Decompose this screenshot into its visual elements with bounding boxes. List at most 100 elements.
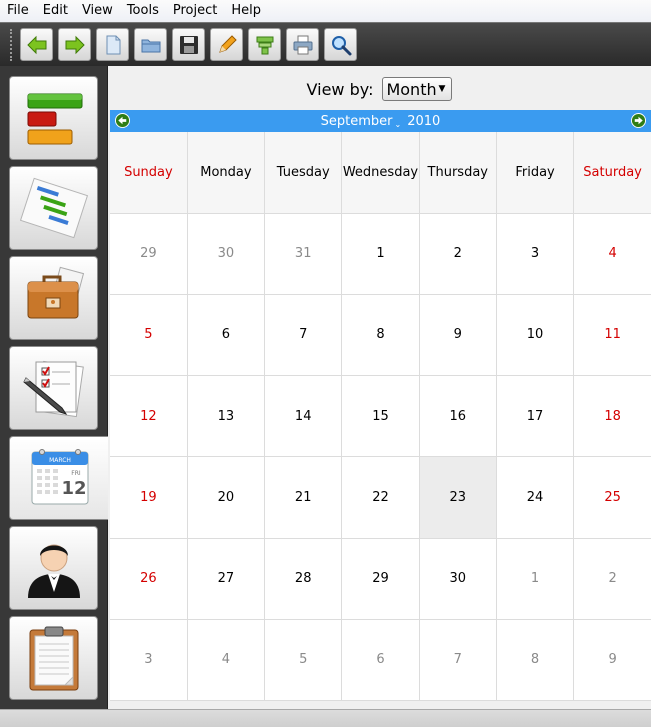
clipboard-icon	[29, 626, 78, 691]
calendar-day-cell[interactable]: 27	[187, 538, 266, 620]
pencil-icon	[218, 34, 237, 53]
sidebar-item-calendar[interactable]: MARCH FRI 12	[9, 436, 109, 520]
menu-tools[interactable]: Tools	[120, 0, 166, 22]
weekday-header: Tuesday	[264, 132, 343, 214]
calendar-day-cell[interactable]: 1	[341, 213, 420, 295]
edit-button[interactable]	[210, 28, 243, 61]
progress-bars-icon	[27, 93, 82, 145]
calendar-icon-day: 12	[61, 478, 86, 499]
calendar-day-cell[interactable]: 26	[110, 538, 188, 620]
sidebar-item-person[interactable]	[9, 526, 98, 610]
calendar-icon-weekday: FRI	[71, 470, 81, 477]
calendar-day-cell[interactable]: 25	[573, 456, 651, 539]
calendar-week-row: 5 6 7 8 9 10 11	[110, 294, 651, 377]
calendar-day-cell[interactable]: 1	[496, 538, 575, 620]
calendar-day-cell[interactable]: 22	[341, 456, 420, 539]
calendar-day-cell[interactable]: 4	[573, 213, 651, 295]
save-button[interactable]	[172, 28, 205, 61]
toolbar	[0, 22, 651, 66]
layers-button[interactable]	[248, 28, 281, 61]
calendar-day-cell[interactable]: 28	[264, 538, 343, 620]
calendar-day-cell[interactable]: 23	[419, 456, 497, 539]
back-button[interactable]	[20, 28, 53, 61]
calendar-day-cell[interactable]: 24	[496, 456, 575, 539]
new-document-icon	[106, 35, 120, 54]
calendar-week-row: 19 20 21 22 23 24 25	[110, 456, 651, 539]
weekday-header: Sunday	[110, 132, 188, 214]
calendar-day-cell[interactable]: 7	[264, 294, 343, 377]
person-icon	[27, 544, 80, 598]
month-name[interactable]: September	[321, 114, 393, 129]
calendar-day-cell[interactable]: 5	[264, 619, 343, 702]
calendar-day-cell[interactable]: 4	[187, 619, 266, 702]
weekday-header-row: Sunday Monday Tuesday Wednesday Thursday…	[110, 132, 651, 214]
view-by-value: Month	[386, 79, 437, 99]
view-by-dropdown[interactable]: Month ▼	[382, 77, 453, 101]
sidebar-item-clipboard[interactable]	[9, 616, 98, 700]
dropdown-arrow-icon: ▼	[438, 84, 446, 94]
previous-month-icon[interactable]	[115, 113, 130, 128]
month-navigation-bar: September ⌄ 2010	[110, 110, 651, 132]
calendar-week-row: 12 13 14 15 16 17 18	[110, 375, 651, 458]
print-button[interactable]	[286, 28, 319, 61]
calendar-day-cell[interactable]: 11	[573, 294, 651, 377]
calendar-icon: MARCH FRI 12	[31, 449, 88, 505]
calendar-day-cell[interactable]: 9	[573, 619, 651, 702]
calendar-day-cell[interactable]: 8	[496, 619, 575, 702]
calendar-day-cell[interactable]: 3	[110, 619, 188, 702]
calendar-day-cell[interactable]: 2	[573, 538, 651, 620]
sidebar-item-briefcase[interactable]	[9, 256, 98, 340]
menu-edit[interactable]: Edit	[36, 0, 75, 22]
calendar-day-cell[interactable]: 14	[264, 375, 343, 458]
menu-help[interactable]: Help	[224, 0, 268, 22]
view-by-row: View by: Month ▼	[108, 76, 651, 102]
calendar-day-cell[interactable]: 9	[419, 294, 497, 377]
calendar-day-cell[interactable]: 10	[496, 294, 575, 377]
calendar-day-cell[interactable]: 6	[187, 294, 266, 377]
sidebar-item-progress[interactable]	[9, 76, 98, 160]
calendar-day-cell[interactable]: 6	[341, 619, 420, 702]
sidebar-item-checklist[interactable]	[9, 346, 98, 430]
open-folder-button[interactable]	[134, 28, 167, 61]
checklist-icon	[22, 360, 84, 418]
calendar-day-cell[interactable]: 12	[110, 375, 188, 458]
main-panel: View by: Month ▼ September ⌄ 2010 Sunday…	[108, 66, 651, 709]
calendar-day-cell[interactable]: 15	[341, 375, 420, 458]
calendar-day-cell[interactable]: 13	[187, 375, 266, 458]
gantt-chart-icon	[19, 177, 88, 239]
calendar-day-cell[interactable]: 3	[496, 213, 575, 295]
year-value[interactable]: 2010	[407, 114, 440, 129]
open-folder-icon	[141, 39, 160, 52]
calendar-day-cell[interactable]: 29	[110, 213, 188, 295]
calendar-day-cell[interactable]: 21	[264, 456, 343, 539]
calendar-day-cell[interactable]: 31	[264, 213, 343, 295]
calendar-day-cell[interactable]: 2	[419, 213, 497, 295]
calendar-day-cell[interactable]: 17	[496, 375, 575, 458]
view-by-label: View by:	[306, 79, 374, 99]
weekday-header: Wednesday	[341, 132, 420, 214]
sidebar-item-gantt[interactable]	[9, 166, 98, 250]
calendar-day-cell[interactable]: 18	[573, 375, 651, 458]
forward-button[interactable]	[58, 28, 91, 61]
toolbar-grip[interactable]	[10, 28, 14, 61]
next-month-icon[interactable]	[631, 113, 646, 128]
calendar-day-cell[interactable]: 19	[110, 456, 188, 539]
calendar-day-cell[interactable]: 8	[341, 294, 420, 377]
print-icon	[293, 35, 312, 54]
menu-file[interactable]: File	[0, 0, 36, 22]
calendar-day-cell[interactable]: 20	[187, 456, 266, 539]
back-icon	[26, 35, 46, 54]
new-document-button[interactable]	[96, 28, 129, 61]
sidebar: MARCH FRI 12	[0, 66, 109, 709]
menu-project[interactable]: Project	[166, 0, 224, 22]
calendar-day-cell[interactable]: 30	[187, 213, 266, 295]
month-dropdown-icon[interactable]: ⌄	[395, 120, 402, 129]
search-button[interactable]	[324, 28, 357, 61]
weekday-header: Monday	[187, 132, 266, 214]
calendar-day-cell[interactable]: 7	[419, 619, 497, 702]
calendar-day-cell[interactable]: 5	[110, 294, 188, 377]
menu-view[interactable]: View	[75, 0, 120, 22]
calendar-day-cell[interactable]: 30	[419, 538, 497, 620]
calendar-day-cell[interactable]: 29	[341, 538, 420, 620]
calendar-day-cell[interactable]: 16	[419, 375, 497, 458]
